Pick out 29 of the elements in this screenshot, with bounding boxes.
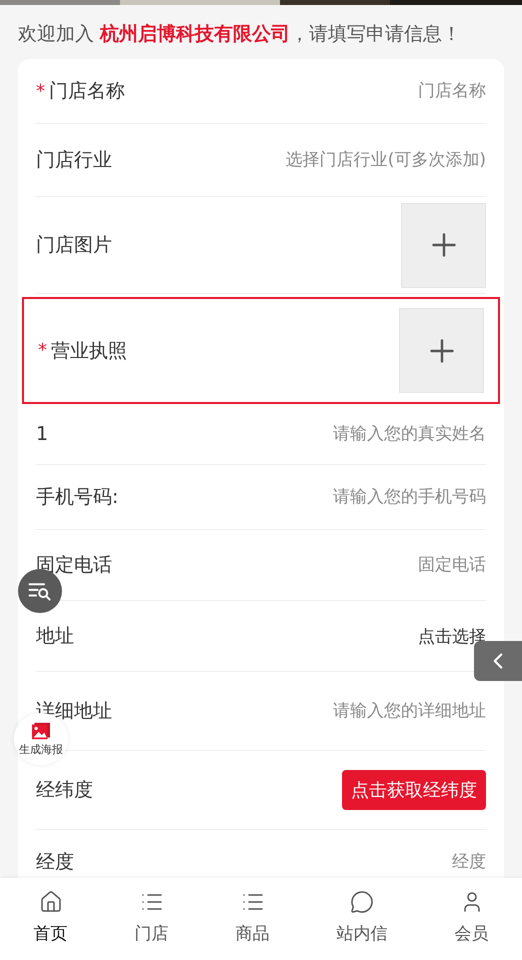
field-label: 1 [36,423,48,445]
nav-tab[interactable]: 门店 [128,878,174,960]
nav-tab[interactable]: 站内信 [330,878,394,960]
input-field[interactable]: 请输入您的手机号码 [226,487,486,507]
field-label: 门店图片 [36,233,112,258]
intro-text: 欢迎加入 杭州启博科技有限公司，请填写申请信息！ [17,22,462,47]
menu-search-icon [28,580,52,602]
home-icon [38,890,62,914]
field-label: 地址 [36,624,74,649]
required-mark: * [38,340,47,361]
input-field[interactable]: 经度 [226,852,486,872]
field-label: 门店名称 [49,79,125,104]
nav-tab[interactable]: 首页 [28,878,74,960]
field-label: 手机号码: [36,485,118,510]
input-field[interactable]: 门店名称 [226,81,486,101]
input-field[interactable]: 请输入您的真实姓名 [226,424,486,444]
nav-tab[interactable]: 商品 [230,878,276,960]
field-label: 营业执照 [51,338,127,364]
input-field[interactable]: 选择门店行业(可多次添加) [226,150,486,170]
input-field[interactable]: 固定电话 [226,555,486,575]
nav-tab[interactable]: 会员 [448,878,494,960]
image-icon [31,722,51,740]
required-mark: * [36,80,45,102]
field-label: 经度 [36,850,74,875]
get-location-button[interactable]: 点击获取经纬度 [342,770,486,810]
chat-bubble-icon [350,890,374,914]
field-label: 门店行业 [36,148,112,173]
input-field[interactable]: 请输入您的详细地址 [226,701,486,721]
field-label: 经纬度 [36,778,93,803]
